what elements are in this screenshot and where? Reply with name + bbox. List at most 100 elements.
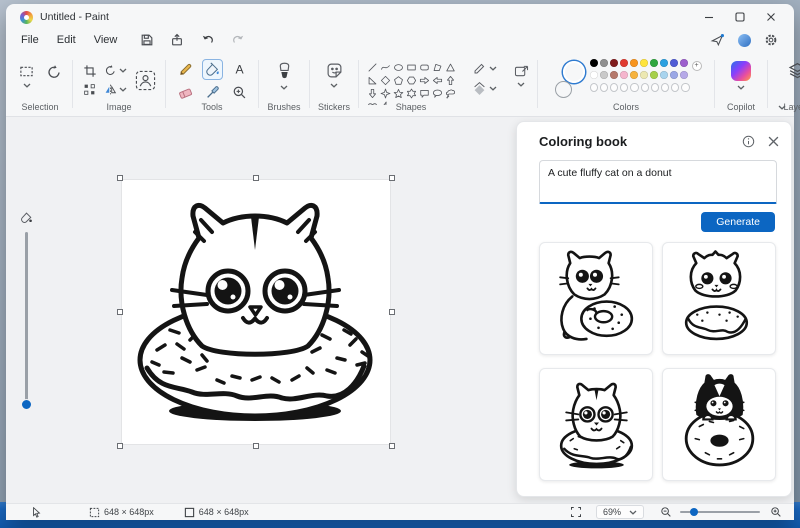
shape-fill-button[interactable]: [472, 82, 497, 95]
arrow-right-shape-icon[interactable]: [419, 75, 430, 86]
arrow-up-shape-icon[interactable]: [445, 75, 456, 86]
hexagon-shape-icon[interactable]: [406, 75, 417, 86]
empty-color-slot[interactable]: [650, 83, 659, 92]
background-color-swatch[interactable]: [554, 81, 572, 98]
remove-background-icon[interactable]: [135, 70, 156, 91]
color-swatch[interactable]: [659, 59, 668, 67]
info-icon[interactable]: [742, 135, 755, 148]
share-button[interactable]: [170, 33, 184, 47]
brushes-dropdown-chevron-icon[interactable]: [280, 85, 288, 90]
collapse-ribbon-chevron-icon[interactable]: [778, 105, 786, 110]
color-swatch[interactable]: [619, 59, 628, 67]
zoom-level-dropdown[interactable]: 69%: [595, 505, 644, 519]
rectangle-shape-icon[interactable]: [406, 62, 417, 73]
callout-rectangle-shape-icon[interactable]: [419, 88, 430, 99]
menu-file[interactable]: File: [12, 32, 48, 48]
send-feedback-icon[interactable]: [710, 33, 725, 47]
triangle-shape-icon[interactable]: [445, 62, 456, 73]
empty-color-slot[interactable]: [630, 83, 639, 92]
overflow-chevron-icon[interactable]: [517, 82, 525, 87]
save-button[interactable]: [140, 33, 154, 47]
selection-handle-bottom-middle[interactable]: [253, 443, 259, 449]
shape-outline-button[interactable]: [472, 62, 497, 75]
selection-dropdown-chevron-icon[interactable]: [22, 83, 31, 88]
color-swatch[interactable]: [599, 71, 608, 79]
diamond-shape-icon[interactable]: [380, 75, 391, 86]
pentagon-shape-icon[interactable]: [393, 75, 404, 86]
prompt-input[interactable]: A cute fluffy cat on a donut: [539, 160, 777, 204]
right-triangle-shape-icon[interactable]: [367, 75, 378, 86]
rectangle-select-button[interactable]: [18, 64, 35, 88]
callout-cloud-shape-icon[interactable]: [445, 88, 456, 99]
flip-button[interactable]: [104, 83, 127, 96]
stickers-dropdown-chevron-icon[interactable]: [330, 83, 338, 88]
close-panel-icon[interactable]: [768, 136, 779, 147]
empty-color-slot[interactable]: [671, 83, 680, 92]
minimize-button[interactable]: [698, 9, 720, 25]
empty-color-slot[interactable]: [589, 83, 598, 92]
lightning-shape-icon[interactable]: [380, 101, 391, 105]
selection-handle-top-middle[interactable]: [253, 175, 259, 181]
empty-color-slot[interactable]: [640, 83, 649, 92]
menu-view[interactable]: View: [85, 32, 127, 48]
rotate-button[interactable]: [104, 64, 127, 77]
canvas[interactable]: [122, 180, 390, 444]
fit-to-screen-icon[interactable]: [570, 506, 582, 518]
color-swatch[interactable]: [649, 71, 658, 79]
rounded-rectangle-shape-icon[interactable]: [419, 62, 430, 73]
selection-handle-middle-right[interactable]: [389, 309, 395, 315]
empty-color-slot[interactable]: [599, 83, 608, 92]
fill-slider-track[interactable]: [24, 232, 28, 403]
color-swatch[interactable]: [609, 71, 618, 79]
maximize-button[interactable]: [729, 9, 751, 25]
color-swatch[interactable]: [629, 71, 638, 79]
foreground-color-swatch[interactable]: [562, 61, 585, 83]
color-swatch[interactable]: [669, 59, 678, 67]
polygon-shape-icon[interactable]: [432, 62, 443, 73]
selection-handle-top-right[interactable]: [389, 175, 395, 181]
settings-gear-icon[interactable]: [764, 33, 778, 47]
line-shape-icon[interactable]: [367, 62, 378, 73]
brush-icon[interactable]: [276, 62, 293, 81]
empty-color-slot[interactable]: [609, 83, 619, 92]
zoom-in-icon[interactable]: [770, 506, 782, 518]
thumbnail-cat-head-in-donut[interactable]: [539, 368, 653, 481]
color-swatch[interactable]: [589, 59, 598, 67]
color-swatch[interactable]: [639, 59, 648, 67]
zoom-slider-thumb[interactable]: [690, 508, 698, 516]
star-six-shape-icon[interactable]: [406, 88, 417, 99]
thumbnail-black-cat-behind-donut[interactable]: [662, 368, 776, 481]
magnifier-tool-icon[interactable]: [232, 85, 247, 100]
color-swatch[interactable]: [629, 59, 638, 67]
color-swatch[interactable]: [599, 59, 608, 67]
menu-edit[interactable]: Edit: [48, 32, 85, 48]
selection-handle-bottom-right[interactable]: [389, 443, 395, 449]
arrow-down-shape-icon[interactable]: [367, 88, 378, 99]
color-swatch[interactable]: [619, 71, 628, 79]
color-swatch[interactable]: [659, 71, 668, 79]
oval-shape-icon[interactable]: [393, 62, 404, 73]
pencil-tool-icon[interactable]: [178, 62, 193, 77]
thumbnail-cat-hugging-donut[interactable]: [539, 242, 653, 355]
fill-slider-thumb[interactable]: [20, 399, 32, 410]
heart-shape-icon[interactable]: [367, 101, 378, 105]
empty-color-slot[interactable]: [660, 83, 670, 92]
color-swatch[interactable]: [639, 71, 648, 79]
star-five-shape-icon[interactable]: [393, 88, 404, 99]
eraser-tool-icon[interactable]: [178, 85, 193, 100]
color-swatch[interactable]: [589, 71, 598, 79]
free-rotate-icon[interactable]: [46, 64, 62, 80]
account-icon[interactable]: [738, 33, 751, 47]
zoom-slider-track[interactable]: [680, 508, 760, 516]
callout-oval-shape-icon[interactable]: [432, 88, 443, 99]
color-swatch[interactable]: [649, 59, 658, 67]
crop-icon[interactable]: [83, 64, 97, 78]
arrow-left-shape-icon[interactable]: [432, 75, 443, 86]
copilot-chevron-icon[interactable]: [737, 85, 745, 90]
color-swatch[interactable]: [679, 71, 688, 79]
selection-handle-top-left[interactable]: [117, 175, 123, 181]
zoom-out-icon[interactable]: [660, 506, 672, 518]
sticker-icon[interactable]: [326, 62, 343, 79]
generate-button[interactable]: Generate: [701, 212, 775, 232]
resize-skew-icon[interactable]: [83, 83, 96, 96]
